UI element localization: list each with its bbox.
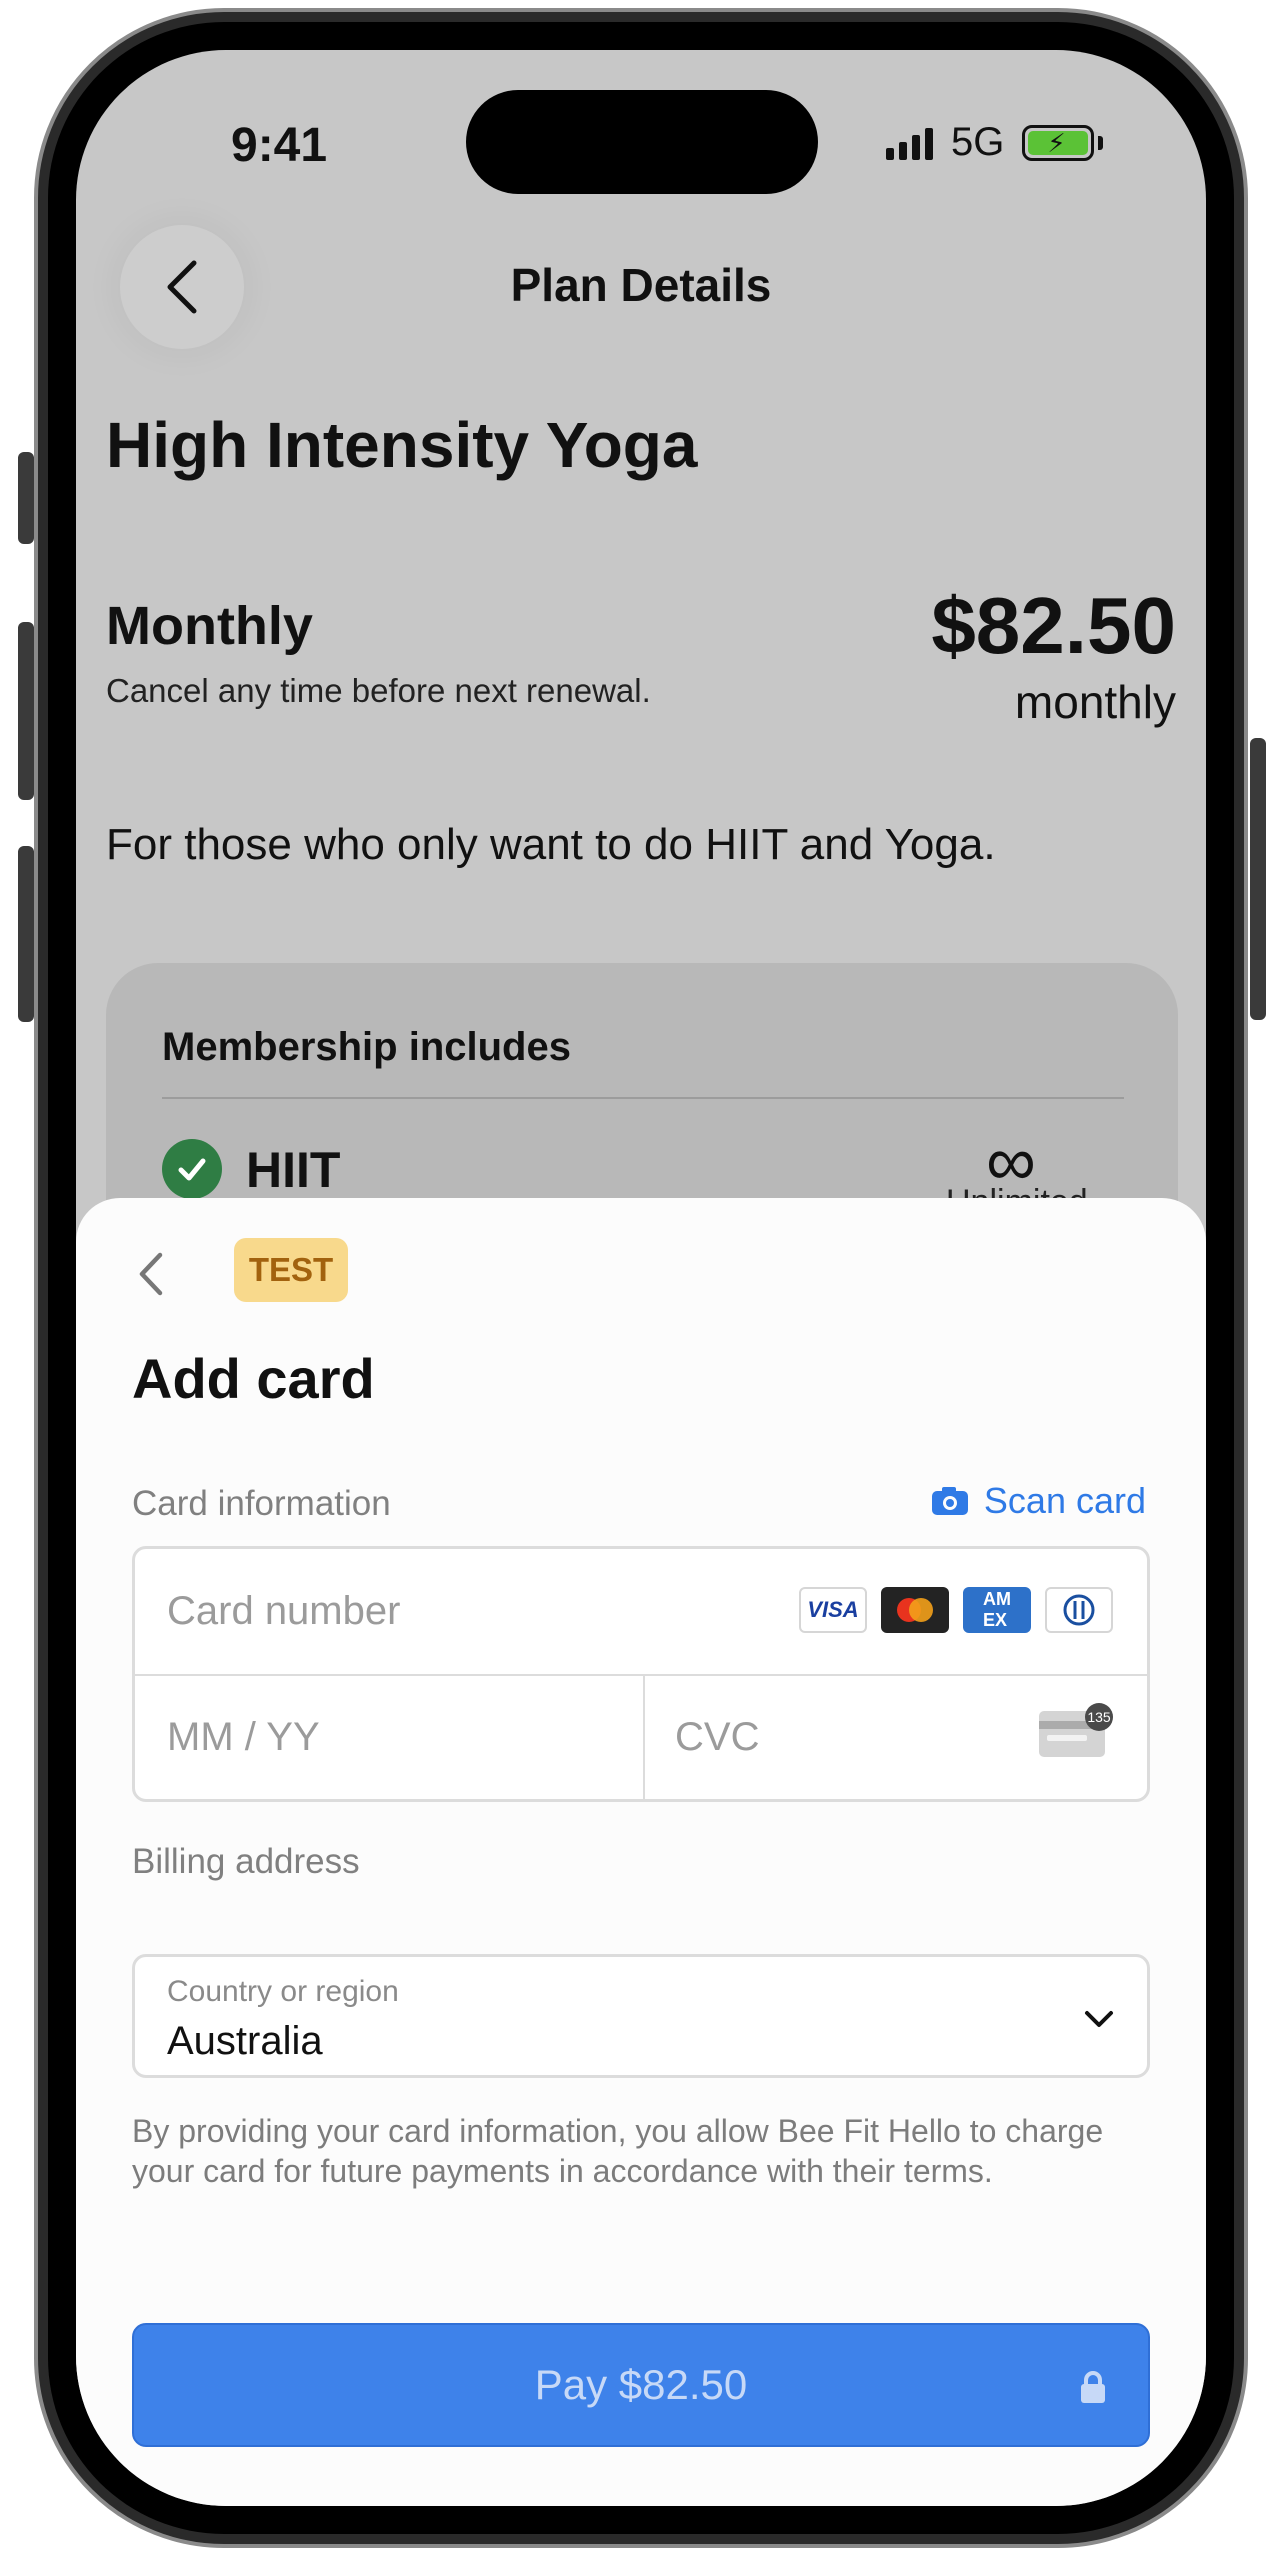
power-button: [1250, 738, 1266, 1020]
test-mode-badge: TEST: [234, 1238, 348, 1302]
scan-card-label: Scan card: [983, 1480, 1146, 1521]
add-card-sheet: TEST Add card Card information Scan card…: [76, 1198, 1206, 2506]
dynamic-island: [466, 90, 818, 194]
status-indicators: 5G ⚡: [886, 120, 1104, 165]
page-title: Plan Details: [510, 259, 772, 311]
price-period: monthly: [1014, 676, 1176, 728]
cvc-hint: 135: [1087, 1709, 1111, 1725]
divider: [643, 1674, 645, 1799]
sheet-back-button[interactable]: [136, 1244, 176, 1304]
amex-icon: AM EX: [963, 1587, 1031, 1633]
battery-tip: [1098, 135, 1104, 150]
country-value: Australia: [167, 2019, 323, 2063]
cvc-input[interactable]: CVC: [675, 1715, 759, 1760]
pay-label: Pay $82.50: [534, 2361, 748, 2408]
expiry-input[interactable]: MM / YY: [167, 1715, 320, 1760]
silent-switch: [18, 452, 34, 544]
battery-charging-icon: ⚡: [1022, 124, 1095, 161]
volume-down-button: [18, 846, 34, 1022]
camera-icon: [931, 1487, 968, 1515]
diners-club-icon: [1045, 1587, 1113, 1633]
plan-name: High Intensity Yoga: [106, 409, 698, 481]
scan-card-button[interactable]: Scan card: [930, 1480, 1146, 1522]
membership-title: Membership includes: [162, 1025, 571, 1069]
country-label: Country or region: [167, 1975, 399, 2008]
mastercard-icon: [881, 1587, 949, 1633]
pay-button[interactable]: Pay $82.50: [132, 2323, 1150, 2447]
divider: [162, 1097, 1124, 1099]
feature-label: HIIT: [246, 1142, 341, 1198]
cellular-signal-icon: [886, 126, 933, 160]
card-input-group: Card number VISA AM EX MM / YY CVC 135: [132, 1546, 1150, 1802]
network-type: 5G: [951, 120, 1005, 164]
legal-text: By providing your card information, you …: [132, 2113, 1104, 2189]
chevron-left-icon: [139, 1252, 163, 1296]
status-time: 9:41: [231, 119, 328, 172]
screen: 9:41 5G ⚡ Plan Details High Intensity Yo…: [76, 50, 1206, 2506]
visa-icon: VISA: [799, 1587, 867, 1633]
cvc-card-icon: 135: [1039, 1703, 1113, 1757]
card-information-label: Card information: [132, 1484, 391, 1523]
card-brands: VISA AM EX: [799, 1587, 1113, 1633]
lock-icon: [1081, 2371, 1105, 2403]
chevron-down-icon: [1085, 2011, 1113, 2027]
volume-up-button: [18, 622, 34, 800]
country-select[interactable]: Country or region Australia: [132, 1954, 1150, 2078]
billing-address-label: Billing address: [132, 1842, 360, 1881]
billing-type: Monthly: [106, 596, 313, 656]
card-number-input[interactable]: Card number: [167, 1589, 400, 1634]
check-circle-icon: [162, 1139, 222, 1199]
plan-price: $82.50: [931, 581, 1176, 670]
divider: [135, 1674, 1147, 1676]
billing-note: Cancel any time before next renewal.: [106, 672, 651, 709]
plan-description: For those who only want to do HIIT and Y…: [106, 820, 996, 869]
sheet-title: Add card: [132, 1347, 375, 1410]
